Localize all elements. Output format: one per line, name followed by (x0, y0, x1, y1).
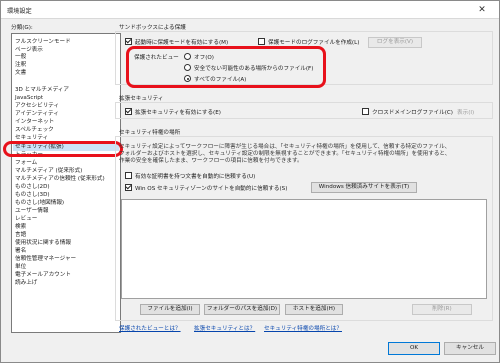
category-item[interactable]: 一般 (15, 53, 26, 61)
enable-enhanced-security-label: 拡張セキュリティを有効にする(E) (135, 110, 221, 116)
category-item[interactable]: インターネット (15, 118, 54, 126)
windows-trusted-sites-button[interactable]: Windows 信頼済みサイトを表示(T) (311, 182, 417, 193)
category-item[interactable]: 読み上げ (15, 279, 37, 287)
view-log-button[interactable]: ログを表示(V) (368, 37, 422, 48)
window-title: 環境設定 (7, 8, 32, 15)
highlight-oval-protected-view (126, 46, 326, 88)
checkbox-checked-icon (125, 184, 132, 191)
highlight-oval-category (3, 141, 123, 157)
preferences-dialog: 環境設定 ✕ 分類(G): フルスクリーンモード ページ表示 一般 注釈 文書 3D とマ… (0, 0, 500, 363)
protected-view-help-link[interactable]: 保護されたビューとは？ (119, 324, 181, 332)
category-item[interactable]: マルチメディア (従来形式) (15, 167, 82, 175)
category-item[interactable]: フルスクリーンモード (15, 38, 71, 46)
privileged-locations-help-link[interactable]: セキュリティ特権の場所とは？ (264, 324, 342, 332)
checkbox-checked-icon (125, 38, 132, 45)
auto-trust-certified-label: 有効な証明書を持つ文書を自動的に信頼する(U) (135, 174, 256, 180)
category-item[interactable]: 文書 (15, 69, 26, 77)
category-item[interactable]: 検索 (15, 223, 26, 231)
cancel-button[interactable]: キャンセル (444, 342, 496, 355)
category-item[interactable]: スペルチェック (15, 126, 54, 134)
category-item[interactable]: ものさし(2D) (15, 183, 50, 191)
privileged-locations-title: セキュリティ特権の場所 (119, 130, 181, 136)
category-item[interactable]: ユーザー情報 (15, 207, 48, 215)
category-item[interactable]: アイデンティティ (15, 110, 59, 118)
category-item[interactable]: レビュー (15, 215, 37, 223)
category-item[interactable]: 信頼性管理マネージャー (15, 255, 76, 263)
remove-button[interactable]: 削除(R) (412, 304, 472, 315)
ok-button[interactable]: OK (388, 342, 440, 355)
category-item[interactable]: 注釈 (15, 61, 26, 69)
create-log-checkbox[interactable]: 保護モードのログファイルを作成(L) (258, 38, 359, 46)
category-item[interactable]: 電子メールアカウント (15, 271, 71, 279)
auto-trust-win-os-checkbox[interactable]: Win OS セキュリティゾーンのサイトを自動的に信頼する(S) (125, 184, 287, 192)
enhanced-security-help-link[interactable]: 拡張セキュリティとは？ (194, 324, 255, 332)
category-item[interactable]: ものさし(3D) (15, 191, 50, 199)
checkbox-icon (258, 38, 265, 45)
close-icon[interactable]: ✕ (469, 3, 495, 17)
privileged-locations-list[interactable] (121, 199, 487, 299)
checkbox-icon (362, 108, 369, 115)
auto-trust-certified-checkbox[interactable]: 有効な証明書を持つ文書を自動的に信頼する(U) (125, 172, 255, 180)
enable-enhanced-security-checkbox[interactable]: 拡張セキュリティを有効にする(E) (125, 108, 221, 116)
add-host-button[interactable]: ホストを追加(H) (285, 304, 343, 315)
cross-domain-log-checkbox[interactable]: クロスドメインログファイル(C) (362, 108, 453, 116)
categories-list[interactable]: フルスクリーンモード ページ表示 一般 注釈 文書 3D とマルチメディア JavaScri… (11, 33, 121, 333)
cross-domain-log-label: クロスドメインログファイル(C) (372, 110, 453, 116)
enable-protected-mode-checkbox[interactable]: 起動時に保護モードを有効にする(M) (125, 38, 228, 46)
category-item[interactable]: 3D とマルチメディア (15, 86, 69, 94)
view-cross-domain-link[interactable]: 表示(I) (457, 108, 474, 116)
categories-label: 分類(G): (11, 25, 33, 31)
category-item[interactable]: アクセシビリティ (15, 102, 59, 110)
checkbox-icon (125, 172, 132, 179)
category-item[interactable]: ものさし(地図情報) (15, 199, 64, 207)
category-item[interactable]: JavaScript (15, 94, 43, 102)
category-item[interactable]: 単位 (15, 263, 26, 271)
category-item[interactable]: マルチメディアの信頼性 (従来形式) (15, 175, 105, 183)
category-item[interactable]: 署名 (15, 247, 26, 255)
enhanced-security-title: 拡張セキュリティ (119, 96, 164, 102)
checkbox-checked-icon (125, 108, 132, 115)
title-bar: 環境設定 ✕ (1, 1, 499, 19)
auto-trust-win-os-label: Win OS セキュリティゾーンのサイトを自動的に信頼する(S) (135, 186, 288, 192)
add-folder-path-button[interactable]: フォルダーのパスを追加(D) (204, 304, 280, 315)
add-file-button[interactable]: ファイルを追加(I) (140, 304, 200, 315)
category-item[interactable]: フォーム (15, 159, 37, 167)
sandbox-section-title: サンドボックスによる保護 (119, 25, 186, 31)
category-item[interactable]: 使用状況に関する情報 (15, 239, 71, 247)
privileged-description: セキュリティ設定によってワークフローに障害が生じる場合は、「セキュリティ特権の場… (119, 144, 451, 164)
category-item[interactable]: 言語 (15, 231, 26, 239)
